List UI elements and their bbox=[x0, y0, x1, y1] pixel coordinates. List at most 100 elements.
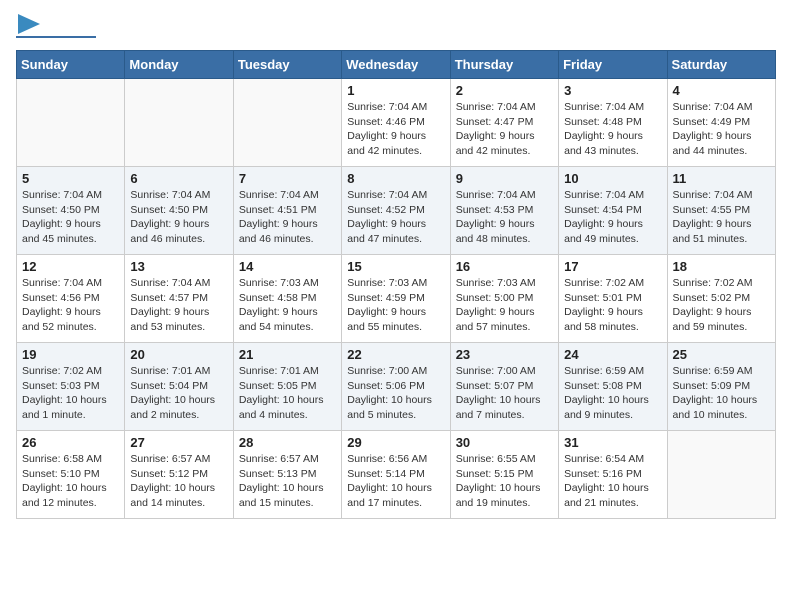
day-info: Sunrise: 6:57 AM Sunset: 5:12 PM Dayligh… bbox=[130, 452, 227, 511]
day-number: 1 bbox=[347, 83, 444, 98]
day-info: Sunrise: 7:02 AM Sunset: 5:03 PM Dayligh… bbox=[22, 364, 119, 423]
day-info: Sunrise: 6:56 AM Sunset: 5:14 PM Dayligh… bbox=[347, 452, 444, 511]
weekday-header: Wednesday bbox=[342, 51, 450, 79]
calendar-cell bbox=[125, 79, 233, 167]
weekday-header: Friday bbox=[559, 51, 667, 79]
day-number: 17 bbox=[564, 259, 661, 274]
day-info: Sunrise: 7:03 AM Sunset: 4:59 PM Dayligh… bbox=[347, 276, 444, 335]
day-number: 21 bbox=[239, 347, 336, 362]
day-info: Sunrise: 7:02 AM Sunset: 5:02 PM Dayligh… bbox=[673, 276, 770, 335]
calendar-cell: 14 Sunrise: 7:03 AM Sunset: 4:58 PM Dayli… bbox=[233, 255, 341, 343]
day-number: 15 bbox=[347, 259, 444, 274]
day-number: 6 bbox=[130, 171, 227, 186]
day-info: Sunrise: 7:00 AM Sunset: 5:06 PM Dayligh… bbox=[347, 364, 444, 423]
day-number: 24 bbox=[564, 347, 661, 362]
day-number: 26 bbox=[22, 435, 119, 450]
calendar-cell: 8Sunrise: 7:04 AM Sunset: 4:52 PM Daylig… bbox=[342, 167, 450, 255]
day-number: 14 bbox=[239, 259, 336, 274]
calendar-cell: 26Sunrise: 6:58 AM Sunset: 5:10 PM Dayli… bbox=[17, 431, 125, 519]
calendar-cell: 22 Sunrise: 7:00 AM Sunset: 5:06 PM Dayli… bbox=[342, 343, 450, 431]
day-info: Sunrise: 7:04 AM Sunset: 4:51 PM Dayligh… bbox=[239, 188, 336, 247]
calendar-cell bbox=[17, 79, 125, 167]
weekday-header: Sunday bbox=[17, 51, 125, 79]
day-info: Sunrise: 7:04 AM Sunset: 4:55 PM Dayligh… bbox=[673, 188, 770, 247]
calendar-week-row: 5 Sunrise: 7:04 AM Sunset: 4:50 PM Daylig… bbox=[17, 167, 776, 255]
calendar-cell: 7 Sunrise: 7:04 AM Sunset: 4:51 PM Daylig… bbox=[233, 167, 341, 255]
day-number: 7 bbox=[239, 171, 336, 186]
calendar-cell: 1 Sunrise: 7:04 AM Sunset: 4:46 PM Daylig… bbox=[342, 79, 450, 167]
calendar-cell: 20 Sunrise: 7:01 AM Sunset: 5:04 PM Dayli… bbox=[125, 343, 233, 431]
calendar-cell: 21 Sunrise: 7:01 AM Sunset: 5:05 PM Dayli… bbox=[233, 343, 341, 431]
day-info: Sunrise: 7:04 AM Sunset: 4:53 PM Dayligh… bbox=[456, 188, 553, 247]
day-number: 19 bbox=[22, 347, 119, 362]
day-info: Sunrise: 7:04 AM Sunset: 4:47 PM Dayligh… bbox=[456, 100, 553, 159]
day-number: 9 bbox=[456, 171, 553, 186]
day-info: Sunrise: 7:04 AM Sunset: 4:52 PM Dayligh… bbox=[347, 188, 444, 247]
calendar-header: SundayMondayTuesdayWednesdayThursdayFrid… bbox=[17, 51, 776, 79]
calendar-table: SundayMondayTuesdayWednesdayThursdayFrid… bbox=[16, 50, 776, 519]
calendar-week-row: 1 Sunrise: 7:04 AM Sunset: 4:46 PM Daylig… bbox=[17, 79, 776, 167]
day-info: Sunrise: 7:03 AM Sunset: 5:00 PM Dayligh… bbox=[456, 276, 553, 335]
calendar-cell: 9 Sunrise: 7:04 AM Sunset: 4:53 PM Daylig… bbox=[450, 167, 558, 255]
calendar-cell: 29 Sunrise: 6:56 AM Sunset: 5:14 PM Dayli… bbox=[342, 431, 450, 519]
day-info: Sunrise: 7:04 AM Sunset: 4:49 PM Dayligh… bbox=[673, 100, 770, 159]
calendar-cell: 28 Sunrise: 6:57 AM Sunset: 5:13 PM Dayli… bbox=[233, 431, 341, 519]
day-info: Sunrise: 6:57 AM Sunset: 5:13 PM Dayligh… bbox=[239, 452, 336, 511]
day-number: 27 bbox=[130, 435, 227, 450]
logo bbox=[16, 16, 96, 38]
calendar-week-row: 19 Sunrise: 7:02 AM Sunset: 5:03 PM Dayli… bbox=[17, 343, 776, 431]
day-info: Sunrise: 7:01 AM Sunset: 5:04 PM Dayligh… bbox=[130, 364, 227, 423]
calendar-week-row: 12Sunrise: 7:04 AM Sunset: 4:56 PM Dayli… bbox=[17, 255, 776, 343]
day-number: 20 bbox=[130, 347, 227, 362]
day-number: 5 bbox=[22, 171, 119, 186]
day-number: 28 bbox=[239, 435, 336, 450]
day-number: 2 bbox=[456, 83, 553, 98]
weekday-header: Tuesday bbox=[233, 51, 341, 79]
day-number: 31 bbox=[564, 435, 661, 450]
day-number: 18 bbox=[673, 259, 770, 274]
calendar-body: 1 Sunrise: 7:04 AM Sunset: 4:46 PM Daylig… bbox=[17, 79, 776, 519]
calendar-week-row: 26Sunrise: 6:58 AM Sunset: 5:10 PM Dayli… bbox=[17, 431, 776, 519]
calendar-cell: 25Sunrise: 6:59 AM Sunset: 5:09 PM Dayli… bbox=[667, 343, 775, 431]
calendar-cell: 11Sunrise: 7:04 AM Sunset: 4:55 PM Dayli… bbox=[667, 167, 775, 255]
day-number: 29 bbox=[347, 435, 444, 450]
day-info: Sunrise: 6:59 AM Sunset: 5:09 PM Dayligh… bbox=[673, 364, 770, 423]
calendar-cell bbox=[233, 79, 341, 167]
calendar-cell: 23Sunrise: 7:00 AM Sunset: 5:07 PM Dayli… bbox=[450, 343, 558, 431]
day-number: 30 bbox=[456, 435, 553, 450]
day-info: Sunrise: 6:55 AM Sunset: 5:15 PM Dayligh… bbox=[456, 452, 553, 511]
calendar-cell: 13 Sunrise: 7:04 AM Sunset: 4:57 PM Dayli… bbox=[125, 255, 233, 343]
weekday-header: Monday bbox=[125, 51, 233, 79]
day-info: Sunrise: 7:01 AM Sunset: 5:05 PM Dayligh… bbox=[239, 364, 336, 423]
calendar-cell: 17 Sunrise: 7:02 AM Sunset: 5:01 PM Dayli… bbox=[559, 255, 667, 343]
calendar-cell: 2 Sunrise: 7:04 AM Sunset: 4:47 PM Daylig… bbox=[450, 79, 558, 167]
day-info: Sunrise: 7:03 AM Sunset: 4:58 PM Dayligh… bbox=[239, 276, 336, 335]
calendar-cell: 24 Sunrise: 6:59 AM Sunset: 5:08 PM Dayli… bbox=[559, 343, 667, 431]
logo-arrow-icon bbox=[18, 14, 40, 34]
day-number: 3 bbox=[564, 83, 661, 98]
day-info: Sunrise: 7:04 AM Sunset: 4:54 PM Dayligh… bbox=[564, 188, 661, 247]
weekday-row: SundayMondayTuesdayWednesdayThursdayFrid… bbox=[17, 51, 776, 79]
day-info: Sunrise: 6:59 AM Sunset: 5:08 PM Dayligh… bbox=[564, 364, 661, 423]
day-number: 23 bbox=[456, 347, 553, 362]
calendar-cell: 30 Sunrise: 6:55 AM Sunset: 5:15 PM Dayli… bbox=[450, 431, 558, 519]
day-info: Sunrise: 7:04 AM Sunset: 4:48 PM Dayligh… bbox=[564, 100, 661, 159]
calendar-cell: 3 Sunrise: 7:04 AM Sunset: 4:48 PM Daylig… bbox=[559, 79, 667, 167]
day-number: 16 bbox=[456, 259, 553, 274]
day-info: Sunrise: 7:04 AM Sunset: 4:50 PM Dayligh… bbox=[130, 188, 227, 247]
calendar-cell bbox=[667, 431, 775, 519]
calendar-cell: 19 Sunrise: 7:02 AM Sunset: 5:03 PM Dayli… bbox=[17, 343, 125, 431]
calendar-cell: 31Sunrise: 6:54 AM Sunset: 5:16 PM Dayli… bbox=[559, 431, 667, 519]
day-info: Sunrise: 7:04 AM Sunset: 4:57 PM Dayligh… bbox=[130, 276, 227, 335]
calendar-cell: 12Sunrise: 7:04 AM Sunset: 4:56 PM Dayli… bbox=[17, 255, 125, 343]
page-header bbox=[16, 16, 776, 38]
day-number: 13 bbox=[130, 259, 227, 274]
calendar-cell: 15 Sunrise: 7:03 AM Sunset: 4:59 PM Dayli… bbox=[342, 255, 450, 343]
day-number: 22 bbox=[347, 347, 444, 362]
calendar-cell: 10Sunrise: 7:04 AM Sunset: 4:54 PM Dayli… bbox=[559, 167, 667, 255]
calendar-cell: 16 Sunrise: 7:03 AM Sunset: 5:00 PM Dayli… bbox=[450, 255, 558, 343]
day-info: Sunrise: 7:02 AM Sunset: 5:01 PM Dayligh… bbox=[564, 276, 661, 335]
day-info: Sunrise: 7:04 AM Sunset: 4:46 PM Dayligh… bbox=[347, 100, 444, 159]
weekday-header: Thursday bbox=[450, 51, 558, 79]
calendar-cell: 6 Sunrise: 7:04 AM Sunset: 4:50 PM Daylig… bbox=[125, 167, 233, 255]
